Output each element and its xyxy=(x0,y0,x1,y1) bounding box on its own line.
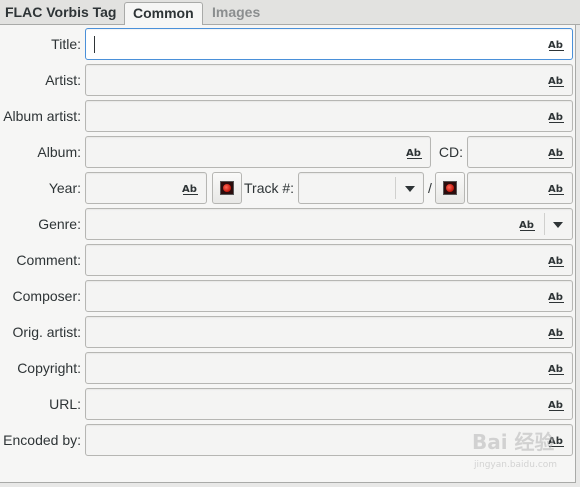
comment-field[interactable]: Ab xyxy=(85,244,573,276)
svg-text:Ab: Ab xyxy=(548,256,563,267)
chevron-down-icon[interactable] xyxy=(405,186,415,192)
title-label: Title: xyxy=(51,36,81,52)
text-caret xyxy=(94,36,95,53)
image-icon xyxy=(220,181,234,195)
cd-field[interactable]: Ab xyxy=(467,136,573,168)
url-label: URL: xyxy=(49,396,81,412)
case-icon[interactable]: Ab xyxy=(548,326,565,340)
album-artist-label: Album artist: xyxy=(3,108,81,124)
svg-text:Ab: Ab xyxy=(548,112,563,123)
album-label: Album: xyxy=(37,144,81,160)
title-field[interactable]: Ab xyxy=(85,28,573,60)
url-field[interactable]: Ab xyxy=(85,388,573,420)
case-icon[interactable]: Ab xyxy=(182,182,199,196)
chevron-down-icon[interactable] xyxy=(553,222,563,228)
case-icon[interactable]: Ab xyxy=(548,290,565,304)
combo-divider xyxy=(544,213,545,235)
svg-text:Ab: Ab xyxy=(182,184,197,195)
encoded-by-label: Encoded by: xyxy=(3,432,81,448)
track-total-field[interactable]: Ab xyxy=(467,172,573,204)
svg-text:Ab: Ab xyxy=(519,220,534,231)
year-image-button[interactable] xyxy=(212,172,242,204)
orig-artist-label: Orig. artist: xyxy=(12,324,81,340)
watermark-line1: Bai 经验 xyxy=(472,430,555,454)
tab-common-label: Common xyxy=(133,5,194,21)
year-track-row: Year: Ab Track #: / Ab xyxy=(0,171,576,205)
copyright-field[interactable]: Ab xyxy=(85,352,573,384)
tab-images-label: Images xyxy=(212,4,261,20)
svg-text:Ab: Ab xyxy=(548,40,563,51)
artist-field[interactable]: Ab xyxy=(85,64,573,96)
svg-text:Ab: Ab xyxy=(548,400,563,411)
genre-label: Genre: xyxy=(38,216,81,232)
comment-label: Comment: xyxy=(16,252,81,268)
tag-group-title: FLAC Vorbis Tag xyxy=(5,4,117,20)
svg-text:Ab: Ab xyxy=(406,148,421,159)
tag-editor-window: FLAC Vorbis Tag Common Images Title: Ab … xyxy=(0,0,580,487)
album-artist-field[interactable]: Ab xyxy=(85,100,573,132)
album-row: Album: Ab CD: Ab xyxy=(0,135,576,169)
tab-bar: FLAC Vorbis Tag Common Images xyxy=(0,0,580,26)
composer-label: Composer: xyxy=(12,288,81,304)
comment-row: Comment: Ab xyxy=(0,243,576,277)
track-separator: / xyxy=(428,180,432,196)
year-label: Year: xyxy=(48,180,81,196)
case-icon[interactable]: Ab xyxy=(548,254,565,268)
genre-combo[interactable]: Ab xyxy=(85,208,573,240)
album-artist-row: Album artist: Ab xyxy=(0,99,576,133)
watermark-logo: Bai 经验 jingyan.baidu.com xyxy=(472,430,557,470)
svg-text:Ab: Ab xyxy=(548,292,563,303)
composer-field[interactable]: Ab xyxy=(85,280,573,312)
case-icon[interactable]: Ab xyxy=(548,146,565,160)
track-image-button[interactable] xyxy=(435,172,465,204)
tab-images[interactable]: Images xyxy=(204,2,268,25)
tab-common[interactable]: Common xyxy=(124,2,203,26)
watermark-line2: jingyan.baidu.com xyxy=(473,460,557,470)
orig-artist-field[interactable]: Ab xyxy=(85,316,573,348)
track-label: Track #: xyxy=(244,180,295,196)
svg-text:Ab: Ab xyxy=(548,364,563,375)
case-icon[interactable]: Ab xyxy=(548,110,565,124)
title-row: Title: Ab xyxy=(0,27,576,61)
cd-label: CD: xyxy=(438,144,463,160)
url-row: URL: Ab xyxy=(0,387,576,421)
genre-row: Genre: Ab xyxy=(0,207,576,241)
copyright-row: Copyright: Ab xyxy=(0,351,576,385)
case-icon[interactable]: Ab xyxy=(548,362,565,376)
composer-row: Composer: Ab xyxy=(0,279,576,313)
case-icon[interactable]: Ab xyxy=(548,398,565,412)
artist-label: Artist: xyxy=(45,72,81,88)
album-field[interactable]: Ab xyxy=(85,136,431,168)
case-icon[interactable]: Ab xyxy=(548,38,565,52)
image-icon xyxy=(443,181,457,195)
svg-text:Ab: Ab xyxy=(548,76,563,87)
svg-text:Ab: Ab xyxy=(548,184,563,195)
svg-text:Ab: Ab xyxy=(548,328,563,339)
case-icon[interactable]: Ab xyxy=(406,146,423,160)
track-combo[interactable] xyxy=(298,172,424,204)
case-icon[interactable]: Ab xyxy=(548,74,565,88)
case-icon[interactable]: Ab xyxy=(519,218,536,232)
combo-divider xyxy=(395,177,396,199)
artist-row: Artist: Ab xyxy=(0,63,576,97)
orig-artist-row: Orig. artist: Ab xyxy=(0,315,576,349)
common-tab-panel: Title: Ab Artist: Ab Album artist: Ab Al… xyxy=(0,25,576,483)
copyright-label: Copyright: xyxy=(17,360,81,376)
case-icon[interactable]: Ab xyxy=(548,182,565,196)
year-field[interactable]: Ab xyxy=(85,172,207,204)
svg-text:Ab: Ab xyxy=(548,148,563,159)
